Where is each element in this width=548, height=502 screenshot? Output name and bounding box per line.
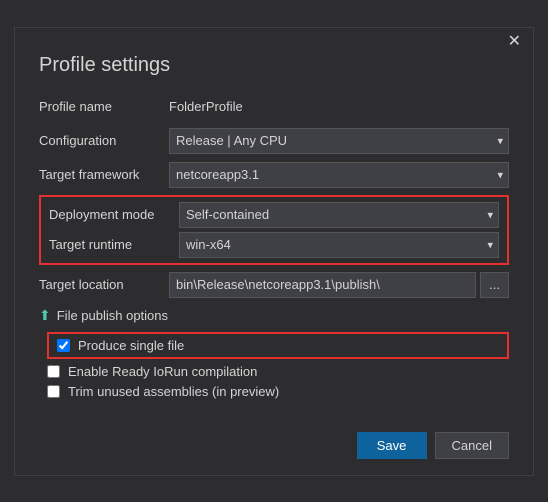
- deployment-mode-select-wrapper: Self-contained: [179, 202, 499, 228]
- target-runtime-select[interactable]: win-x64: [179, 232, 499, 258]
- profile-settings-dialog: ✕ Profile settings Profile name FolderPr…: [14, 27, 534, 476]
- target-location-row: Target location ...: [39, 271, 509, 299]
- trim-assemblies-row: Trim unused assemblies (in preview): [47, 384, 509, 399]
- configuration-label: Configuration: [39, 133, 169, 148]
- dialog-title: Profile settings: [15, 50, 533, 93]
- trim-assemblies-label: Trim unused assemblies (in preview): [68, 384, 279, 399]
- profile-name-value: FolderProfile: [169, 99, 243, 114]
- target-framework-row: Target framework netcoreapp3.1: [39, 161, 509, 189]
- target-runtime-label: Target runtime: [49, 237, 179, 252]
- title-bar: ✕: [15, 28, 533, 50]
- form-content: Profile name FolderProfile Configuration…: [15, 93, 533, 420]
- target-location-input[interactable]: [169, 272, 476, 298]
- configuration-select-wrapper: Release | Any CPU: [169, 128, 509, 154]
- expand-icon: ⬆: [39, 307, 51, 324]
- target-framework-label: Target framework: [39, 167, 169, 182]
- profile-name-row: Profile name FolderProfile: [39, 93, 509, 121]
- trim-assemblies-checkbox[interactable]: [47, 385, 60, 398]
- save-button[interactable]: Save: [357, 432, 427, 459]
- profile-name-label: Profile name: [39, 99, 169, 114]
- configuration-select[interactable]: Release | Any CPU: [169, 128, 509, 154]
- close-button[interactable]: ✕: [504, 34, 525, 50]
- file-publish-options: Produce single file Enable Ready IoRun c…: [47, 332, 509, 399]
- button-bar: Save Cancel: [15, 420, 533, 475]
- browse-button[interactable]: ...: [480, 272, 509, 298]
- target-framework-select[interactable]: netcoreapp3.1: [169, 162, 509, 188]
- target-framework-select-wrapper: netcoreapp3.1: [169, 162, 509, 188]
- deployment-mode-select[interactable]: Self-contained: [179, 202, 499, 228]
- enable-ready-row: Enable Ready IoRun compilation: [47, 364, 509, 379]
- cancel-button[interactable]: Cancel: [435, 432, 509, 459]
- file-publish-section-title: File publish options: [57, 308, 168, 323]
- produce-single-file-row: Produce single file: [47, 332, 509, 359]
- produce-single-file-checkbox[interactable]: [57, 339, 70, 352]
- produce-single-file-label: Produce single file: [78, 338, 184, 353]
- enable-ready-checkbox[interactable]: [47, 365, 60, 378]
- target-location-label: Target location: [39, 277, 169, 292]
- configuration-row: Configuration Release | Any CPU: [39, 127, 509, 155]
- enable-ready-label: Enable Ready IoRun compilation: [68, 364, 257, 379]
- deployment-mode-label: Deployment mode: [49, 207, 179, 222]
- file-publish-section-header[interactable]: ⬆ File publish options: [39, 307, 509, 324]
- deployment-section: Deployment mode Self-contained Target ru…: [39, 195, 509, 265]
- target-runtime-row: Target runtime win-x64: [41, 231, 507, 259]
- target-runtime-select-wrapper: win-x64: [179, 232, 499, 258]
- deployment-mode-row: Deployment mode Self-contained: [41, 201, 507, 229]
